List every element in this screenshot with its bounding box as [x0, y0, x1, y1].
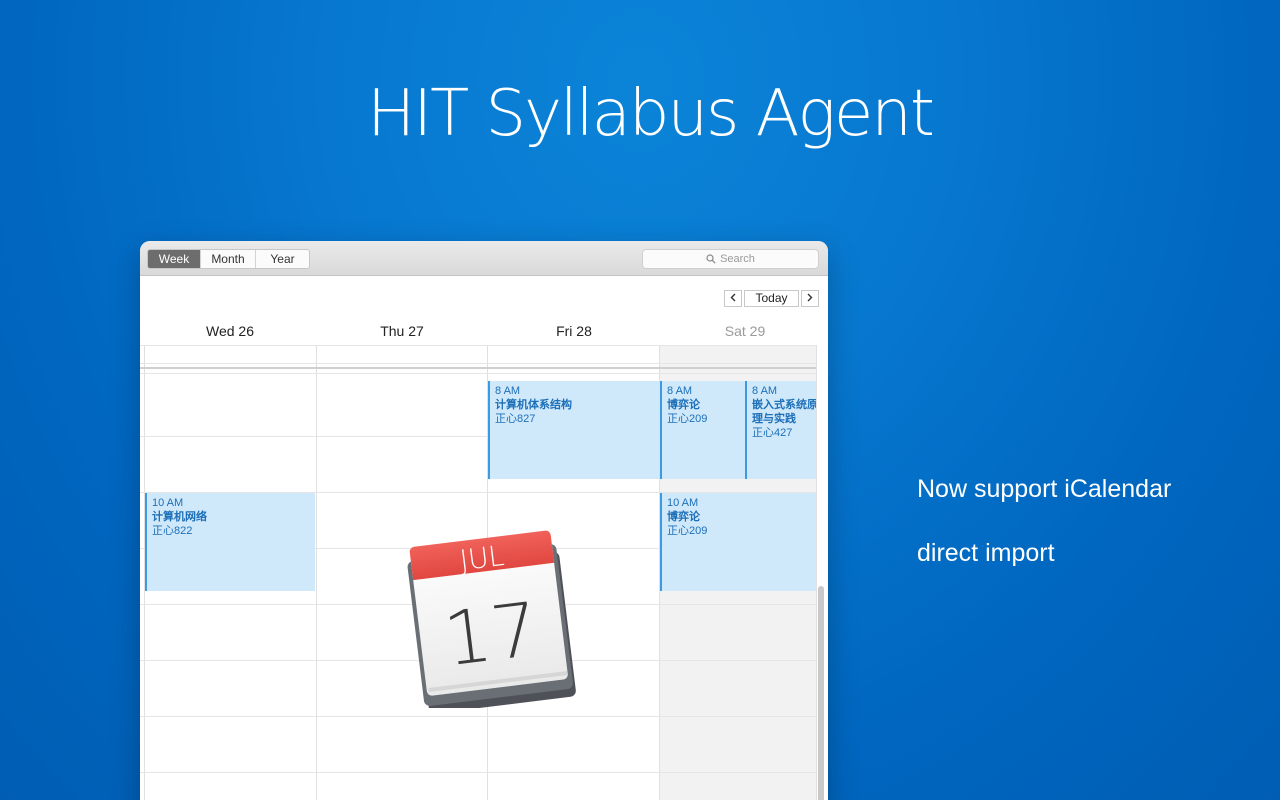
event-block[interactable]: 10 AM 博弈论 正心209: [660, 493, 816, 591]
chevron-left-icon: [730, 293, 736, 302]
event-location: 正心209: [667, 413, 708, 425]
toolbar: Week Month Year Search: [140, 241, 828, 276]
grid-line: [140, 716, 816, 717]
tagline-line-1: Now support iCalendar: [917, 475, 1172, 503]
day-header-thu: Thu 27: [380, 323, 424, 339]
calendar-app-icon: JUL 17: [407, 530, 576, 708]
grid-line: [140, 363, 816, 364]
search-placeholder: Search: [720, 253, 755, 265]
event-location: 正心827: [495, 413, 536, 425]
calendar-window: Week Month Year Search Today Wed 26 Thu …: [140, 241, 828, 800]
today-button[interactable]: Today: [744, 290, 799, 307]
event-block[interactable]: 8 AM 博弈论 正心209: [660, 381, 745, 479]
grid-line: [140, 373, 816, 374]
view-segmented-control: Week Month Year: [147, 249, 310, 269]
year-tab[interactable]: Year: [256, 250, 309, 268]
month-tab[interactable]: Month: [201, 250, 256, 268]
day-header-sat: Sat 29: [724, 323, 766, 339]
event-block[interactable]: 10 AM 计算机网络 正心822: [145, 493, 315, 591]
date-navigation: Today: [724, 290, 819, 307]
event-location: 正心822: [152, 525, 193, 537]
event-title: 计算机网络: [152, 511, 207, 523]
tagline-line-2: direct import: [917, 539, 1055, 567]
event-location: 正心209: [667, 525, 708, 537]
vertical-scrollbar[interactable]: [818, 586, 824, 800]
grid-line: [140, 345, 816, 346]
event-time: 10 AM: [152, 497, 184, 509]
previous-week-button[interactable]: [724, 290, 742, 307]
event-title: 计算机体系结构: [495, 399, 572, 411]
search-field[interactable]: Search: [642, 249, 819, 269]
event-title: 博弈论: [667, 399, 700, 411]
grid-line: [140, 772, 816, 773]
day-header-wed: Wed 26: [206, 323, 254, 339]
column-divider: [316, 345, 317, 800]
next-week-button[interactable]: [801, 290, 819, 307]
event-time: 8 AM: [752, 385, 778, 397]
event-title-line-1: 嵌入式系统原: [752, 399, 816, 411]
event-block[interactable]: 8 AM 嵌入式系统原 理与实践 正心427: [745, 381, 816, 479]
all-day-divider: [140, 367, 816, 369]
event-location: 正心427: [752, 427, 793, 439]
event-time: 10 AM: [667, 497, 699, 509]
calendar-icon-day: 17: [439, 587, 543, 684]
event-time: 8 AM: [667, 385, 693, 397]
chevron-right-icon: [807, 293, 813, 302]
event-title-line-2: 理与实践: [752, 413, 796, 425]
search-icon: [706, 254, 716, 264]
week-tab[interactable]: Week: [148, 250, 201, 268]
column-divider: [816, 345, 817, 800]
event-title: 博弈论: [667, 511, 700, 523]
event-time: 8 AM: [495, 385, 521, 397]
calendar-icon-month: JUL: [458, 539, 506, 577]
day-header-fri: Fri 28: [556, 323, 592, 339]
headline-title: HIT Syllabus Agent: [367, 77, 935, 151]
event-block[interactable]: 8 AM 计算机体系结构 正心827: [488, 381, 659, 479]
